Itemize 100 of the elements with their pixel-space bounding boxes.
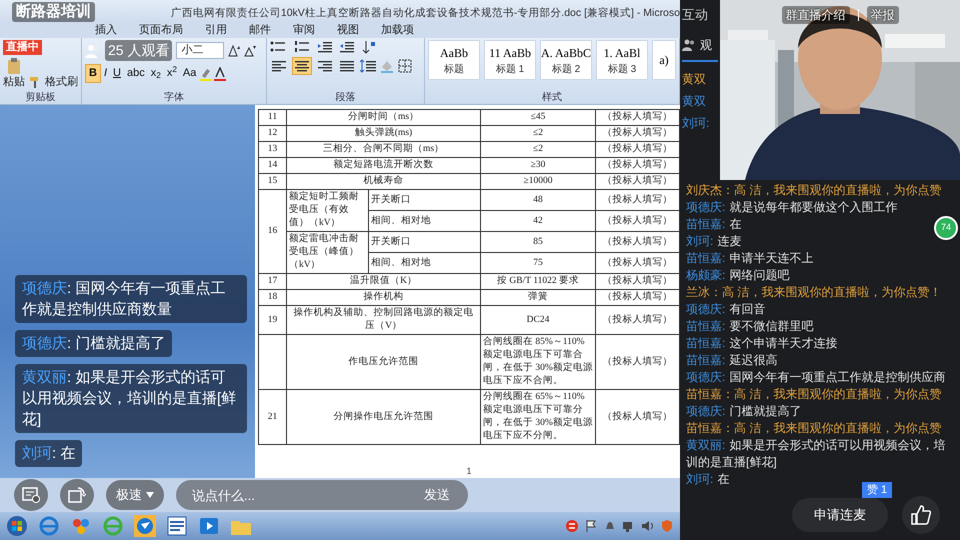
word-icon[interactable] — [166, 515, 188, 537]
chat-input-field[interactable]: 说点什么... — [176, 480, 406, 510]
like-message: 兰冰：高 洁，我来围观你的直播啦，为你点赞！ — [686, 284, 942, 301]
format-button[interactable]: x$^{2}$ — [164, 65, 180, 82]
table-cell: 分闸时间（ms） — [286, 110, 480, 126]
thumbs-up-icon — [911, 505, 931, 525]
report-link[interactable]: 举报 — [866, 6, 898, 24]
group-label: 剪贴板 — [24, 92, 56, 104]
table-cell: 19 — [258, 306, 286, 334]
table-cell: （投标人填写） — [596, 126, 680, 142]
ribbon-tab[interactable]: 邮件 — [249, 22, 271, 38]
format-button[interactable]: U — [110, 65, 124, 82]
chat-message: 项德庆: 门槛就提高了 — [686, 403, 802, 420]
panel-tab[interactable]: 互动 — [682, 4, 718, 26]
table-cell: 额定短时工频耐受电压（有效值）（kV） — [286, 190, 368, 232]
table-cell: （投标人填写） — [596, 252, 680, 274]
ribbon-tab[interactable]: 视图 — [337, 22, 359, 38]
table-cell: （投标人填写） — [596, 142, 680, 158]
intro-link[interactable]: 群直播介绍 — [782, 6, 850, 24]
indent-icon[interactable] — [318, 40, 332, 54]
like-message: 刘庆杰：高 洁，我来围观你的直播啦，为你点赞 — [686, 182, 942, 199]
numbered-list-icon[interactable] — [294, 40, 310, 54]
justify-icon — [340, 59, 354, 73]
style-tile[interactable]: A. AaBbC 标题 2 — [540, 40, 592, 80]
viewers-tab[interactable]: 观 — [700, 34, 712, 56]
ribbon-tab[interactable]: 插入 — [95, 22, 117, 38]
ribbon-tab[interactable]: 加载项 — [381, 22, 414, 38]
font-grow-icon[interactable] — [228, 44, 240, 56]
like-message: 苗恒嘉：高 洁，我来围观你的直播啦，为你点赞 — [686, 420, 942, 437]
table-cell: （投标人填写） — [596, 274, 680, 290]
font-shrink-icon[interactable] — [244, 44, 256, 56]
send-button[interactable]: 发送 — [406, 480, 468, 510]
flag-icon[interactable] — [584, 519, 598, 533]
group-label: 字体 — [162, 92, 185, 104]
chat-message: 苗恒嘉: 在 — [686, 216, 742, 233]
table-cell: ≤2 — [480, 126, 596, 142]
format-button[interactable]: abc — [124, 65, 148, 82]
table-cell: 触头弹跳(ms) — [286, 126, 480, 142]
style-tile[interactable]: a) — [652, 40, 676, 80]
font-color-icon[interactable] — [213, 66, 228, 80]
chat-message: 刘珂: 在 — [686, 471, 730, 488]
checklist-button[interactable] — [14, 479, 48, 511]
table-cell: 11 — [258, 110, 286, 126]
chat-bubble: 黄双丽: 如果是开会形式的话可以用视频会议，培训的是直播[鲜花] — [15, 364, 247, 433]
checklist-icon — [22, 487, 40, 503]
line-spacing-icon[interactable] — [360, 59, 376, 73]
live-badge: 直播中 — [3, 40, 42, 55]
table-cell: （投标人填写） — [596, 190, 680, 210]
user-name: 黄双 — [682, 93, 707, 110]
rotate-screen-button[interactable] — [60, 479, 94, 511]
align-left-button[interactable] — [270, 58, 288, 74]
group-label: 样式 — [541, 92, 563, 104]
volume-icon[interactable] — [641, 519, 655, 533]
table-cell: 分闸线圈在 65%～110%额定电源电压下可靠分闸，在低于 30%额定电源电压下应不分闸。 — [480, 390, 596, 444]
table-cell: 作电压允许范围 — [286, 334, 480, 390]
video-app-icon[interactable] — [198, 515, 220, 537]
align-right-icon — [318, 59, 332, 73]
paste-label[interactable]: 粘贴 — [3, 74, 25, 90]
style-tile[interactable]: 1. AaBl 标题 3 — [596, 40, 648, 80]
table-cell: 分闸操作电压允许范围 — [286, 390, 480, 444]
format-button[interactable]: I — [100, 65, 110, 82]
style-tile[interactable]: 11 AaBb 标题 1 — [484, 40, 536, 80]
borders-icon[interactable] — [398, 59, 412, 73]
chat-message: 项德庆: 有回音 — [686, 301, 766, 318]
like-count: 赞 1 — [862, 482, 892, 498]
table-cell: （投标人填写） — [596, 158, 680, 174]
like-button[interactable] — [902, 496, 940, 534]
page-number: 1 — [465, 465, 472, 478]
speed-button[interactable]: 极速 — [106, 480, 164, 510]
format-painter-label[interactable]: 格式刷 — [45, 74, 78, 90]
table-cell: （投标人填写） — [596, 210, 680, 232]
chat-message: 刘珂: 连麦 — [686, 233, 742, 250]
table-cell: （投标人填写） — [596, 174, 680, 190]
align-center-icon — [294, 59, 309, 73]
viewer-count: 25 人观看 — [105, 40, 172, 61]
align-right-button[interactable] — [316, 58, 334, 74]
request-mic-button[interactable]: 申请连麦 — [792, 498, 888, 532]
bullet-list-icon[interactable] — [270, 40, 286, 54]
ribbon-tab[interactable]: 引用 — [205, 22, 227, 38]
format-button[interactable]: x$_{2}$ — [148, 65, 164, 82]
format-button[interactable]: B — [85, 64, 101, 83]
chat-bubble: 刘珂: 在 — [15, 440, 82, 467]
outdent-icon[interactable] — [340, 40, 354, 54]
align-center-button[interactable] — [292, 57, 312, 75]
table-cell: ≥10000 — [480, 174, 596, 190]
ribbon-tab[interactable]: 审阅 — [293, 22, 315, 38]
like-message: 苗恒嘉：高 洁，我来围观你的直播啦，为你点赞 — [686, 386, 942, 403]
style-tile[interactable]: AaBb 标题 — [428, 40, 480, 80]
table-cell: 17 — [258, 274, 286, 290]
table-cell: 开关断口 — [368, 190, 480, 210]
sort-icon[interactable] — [362, 40, 376, 54]
chat-bubble: 项德庆: 门槛就提高了 — [15, 330, 172, 357]
justify-button[interactable] — [338, 58, 356, 74]
ribbon-tab[interactable]: 页面布局 — [139, 22, 183, 38]
font-size-field[interactable]: 小二 — [176, 42, 224, 59]
table-cell: 合闸线圈在 85%～110%额定电源电压下可靠合闸，在低于 30%额定电源电压下应不合闸。 — [480, 334, 596, 390]
format-button[interactable]: Aa — [180, 65, 200, 82]
table-cell: 开关断口 — [368, 232, 480, 252]
start-orb-icon[interactable] — [6, 515, 28, 537]
window-title: 广西电网有限责任公司10kV柱上真空断路器自动化成套设备技术规范书-专用部分.doc [兼容模式] - Microso — [170, 6, 680, 21]
